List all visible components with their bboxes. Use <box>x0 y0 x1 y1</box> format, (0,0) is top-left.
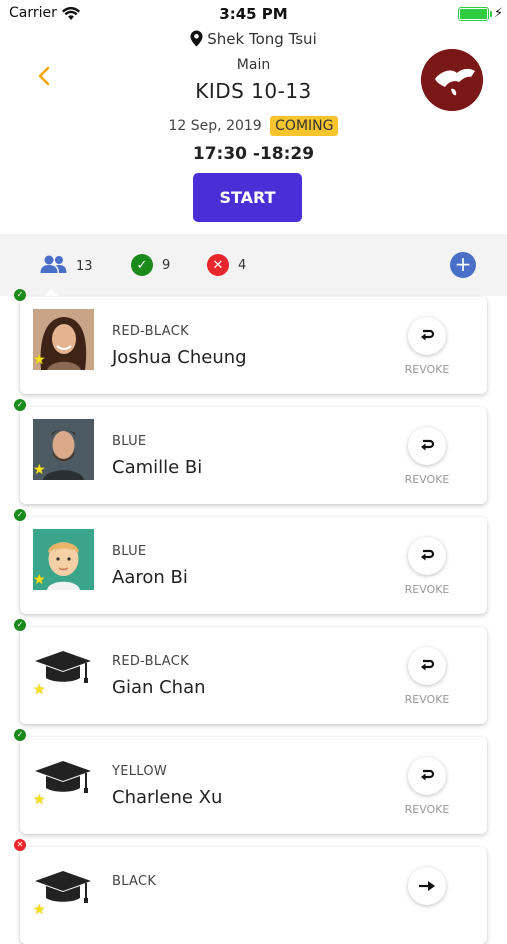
action-label: REVOKE <box>404 803 450 816</box>
stat-present[interactable]: ✓ 9 <box>131 254 170 276</box>
star-icon: ★ <box>33 682 46 698</box>
battery-cap <box>490 11 492 17</box>
student-card[interactable]: ✓ ★ BLUE Aaron Bi REVOKE <box>14 509 487 614</box>
student-card[interactable]: ✓ ★ BLUE Camille Bi REVOKE <box>14 399 487 504</box>
student-card[interactable]: ✓ ★ RED-BLACK Joshua Cheung REVOKE <box>14 289 487 394</box>
clock: 3:45 PM <box>219 5 288 23</box>
location-row: Shek Tong Tsui <box>0 30 507 48</box>
student-card[interactable]: ✓ ★ RED-BLACK Gian Chan REVOKE <box>14 619 487 724</box>
student-belt: BLUE <box>112 544 147 559</box>
class-date: 12 Sep, 2019 <box>168 118 262 134</box>
star-icon: ★ <box>33 902 46 918</box>
stat-absent[interactable]: ✕ 4 <box>207 254 246 276</box>
student-name: Aaron Bi <box>112 567 188 588</box>
charging-icon: ⚡ <box>494 6 504 21</box>
student-name: Charlene Xu <box>112 787 223 808</box>
present-check-icon: ✓ <box>14 289 26 301</box>
revoke-icon <box>419 437 435 456</box>
present-check-icon: ✓ <box>14 509 26 521</box>
total-count: 13 <box>76 258 93 274</box>
present-check-icon: ✓ <box>14 619 26 631</box>
absent-x-icon: ✕ <box>14 839 26 851</box>
present-check-icon: ✓ <box>14 399 26 411</box>
revoke-button[interactable] <box>408 647 446 685</box>
student-card[interactable]: ✓ ★ YELLOW Charlene Xu REVOKE <box>14 729 487 834</box>
class-time: 17:30 -18:29 <box>192 144 315 164</box>
student-name: Camille Bi <box>112 457 203 478</box>
student-belt: RED-BLACK <box>112 324 189 339</box>
star-icon: ★ <box>33 352 46 368</box>
location-name: Shek Tong Tsui <box>207 30 317 48</box>
revoke-button[interactable] <box>408 427 446 465</box>
revoke-icon <box>419 327 435 346</box>
revoke-button[interactable] <box>408 537 446 575</box>
add-student-button[interactable]: + <box>450 252 476 278</box>
status-badge: COMING <box>270 116 339 136</box>
action-label: REVOKE <box>404 473 450 486</box>
absent-count: 4 <box>238 257 247 273</box>
date-row: 12 Sep, 2019 COMING <box>0 116 507 136</box>
battery-icon <box>458 7 489 21</box>
revoke-icon <box>419 547 435 566</box>
logo-icon <box>421 49 483 111</box>
revoke-icon <box>419 767 435 786</box>
start-button[interactable]: START <box>193 173 302 222</box>
action-label: REVOKE <box>404 363 450 376</box>
location-pin-icon <box>190 30 203 47</box>
school-logo-avatar[interactable] <box>421 49 483 111</box>
student-name: Joshua Cheung <box>112 347 247 368</box>
student-belt: RED-BLACK <box>112 654 189 669</box>
present-count: 9 <box>162 257 171 273</box>
action-label: REVOKE <box>404 693 450 706</box>
student-belt: BLACK <box>112 874 157 889</box>
student-belt: BLUE <box>112 434 147 449</box>
plus-icon: + <box>454 252 472 276</box>
check-in-button[interactable] <box>408 867 446 905</box>
revoke-button[interactable] <box>408 317 446 355</box>
star-icon: ★ <box>33 572 46 588</box>
student-belt: YELLOW <box>112 764 168 779</box>
star-icon: ★ <box>33 792 46 808</box>
attendance-stats-bar: 13 ✓ 9 ✕ 4 + <box>0 234 507 296</box>
check-in-icon <box>418 877 436 896</box>
star-icon: ★ <box>33 462 46 478</box>
revoke-button[interactable] <box>408 757 446 795</box>
x-circle-icon: ✕ <box>207 254 229 276</box>
student-card[interactable]: ✕ ★ BLACK <box>14 839 487 944</box>
status-bar: Carrier 3:45 PM ⚡ <box>0 0 507 28</box>
tab-indicator-caret <box>43 289 59 297</box>
revoke-icon <box>419 657 435 676</box>
student-name: Gian Chan <box>112 677 206 698</box>
check-circle-icon: ✓ <box>131 254 153 276</box>
stat-total[interactable]: 13 <box>40 254 93 278</box>
present-check-icon: ✓ <box>14 729 26 741</box>
action-label: REVOKE <box>404 583 450 596</box>
people-icon <box>40 254 67 278</box>
